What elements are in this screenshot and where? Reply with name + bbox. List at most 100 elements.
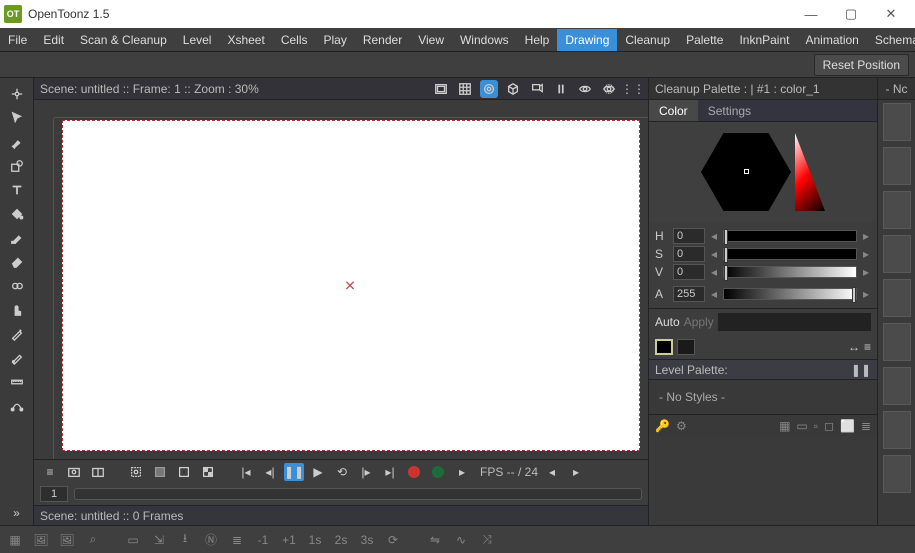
swatch-dropdown[interactable]: - Nc xyxy=(878,78,915,100)
tape-tool-icon[interactable] xyxy=(5,275,29,297)
define-subcamera-icon[interactable] xyxy=(126,463,146,481)
room-schematic[interactable]: Schemat xyxy=(867,29,915,51)
style-name-field[interactable] xyxy=(718,313,871,331)
box-icon[interactable]: ▭ xyxy=(124,533,142,547)
minimize-button[interactable]: — xyxy=(791,0,831,28)
v-input[interactable] xyxy=(673,264,705,280)
bg-white-icon[interactable] xyxy=(150,463,170,481)
reset-position-button[interactable]: Reset Position xyxy=(814,54,909,76)
room-palette[interactable]: Palette xyxy=(678,29,731,51)
a-dec-icon[interactable]: ◂ xyxy=(709,287,719,301)
swatch-cell[interactable] xyxy=(883,323,911,361)
swatch-cell[interactable] xyxy=(883,455,911,493)
step-3s-icon[interactable]: 3s xyxy=(358,533,376,547)
close-button[interactable]: ✕ xyxy=(871,0,911,28)
camera-stand-icon[interactable] xyxy=(528,80,546,98)
palette-view-list-icon[interactable]: ≣ xyxy=(861,419,871,433)
open-icon[interactable]: ⭳ xyxy=(176,529,194,550)
field-guide-icon[interactable] xyxy=(456,80,474,98)
swatch-menu-icon[interactable]: ≡ xyxy=(864,340,871,354)
menu-windows[interactable]: Windows xyxy=(452,29,517,51)
sv-triangle[interactable] xyxy=(795,133,825,211)
s-slider[interactable] xyxy=(723,248,857,260)
menu-play[interactable]: Play xyxy=(315,29,354,51)
a-input[interactable] xyxy=(673,286,705,302)
reverse-icon[interactable]: ⇋ xyxy=(426,533,444,547)
link-toggle-icon[interactable]: ↔ xyxy=(848,340,860,354)
scan-icon[interactable]: ⌕ xyxy=(84,532,102,547)
fps-dec-icon[interactable]: ◂ xyxy=(542,463,562,481)
histogram-icon[interactable]: ▸ xyxy=(452,463,472,481)
palette-cfg-icon[interactable]: ⚙ xyxy=(676,419,687,433)
edit-tool-icon[interactable] xyxy=(5,83,29,105)
h-input[interactable] xyxy=(673,228,705,244)
palette-view-small-icon[interactable]: ▫ xyxy=(814,419,818,433)
menu-xsheet[interactable]: Xsheet xyxy=(219,29,272,51)
next-frame-icon[interactable]: |▸ xyxy=(356,463,376,481)
swatch-cell[interactable] xyxy=(883,235,911,273)
first-frame-icon[interactable]: |◂ xyxy=(236,463,256,481)
step-2s-icon[interactable]: 2s xyxy=(332,533,350,547)
drawing-canvas[interactable]: ✕ xyxy=(62,120,640,451)
a-slider[interactable] xyxy=(723,288,857,300)
image-icon[interactable]: 🖼 xyxy=(32,533,50,547)
prev-frame-icon[interactable]: ◂| xyxy=(260,463,280,481)
previous-color-swatch[interactable] xyxy=(677,339,695,355)
brush-tool-icon[interactable] xyxy=(5,131,29,153)
tab-settings[interactable]: Settings xyxy=(698,100,761,121)
loop-icon[interactable]: ⟲ xyxy=(332,463,352,481)
menu-view[interactable]: View xyxy=(410,29,452,51)
3d-view-icon[interactable] xyxy=(504,80,522,98)
current-color-swatch[interactable] xyxy=(655,339,673,355)
h-slider[interactable] xyxy=(723,230,857,242)
viewer-menu-handle-icon[interactable]: ⋮⋮ xyxy=(624,80,642,98)
new-page-icon[interactable]: ▭ xyxy=(796,419,807,433)
s-inc-icon[interactable]: ▸ xyxy=(861,247,871,261)
step-plus-icon[interactable]: +1 xyxy=(280,533,298,547)
refresh-icon[interactable]: ⟳ xyxy=(384,533,402,547)
last-frame-icon[interactable]: ▸| xyxy=(380,463,400,481)
preview-icon[interactable] xyxy=(576,80,594,98)
s-input[interactable] xyxy=(673,246,705,262)
random-icon[interactable]: ⤨ xyxy=(478,532,496,547)
v-dec-icon[interactable]: ◂ xyxy=(709,265,719,279)
rgb-picker-tool-icon[interactable] xyxy=(5,347,29,369)
a-inc-icon[interactable]: ▸ xyxy=(861,287,871,301)
compare-snapshot-icon[interactable] xyxy=(88,463,108,481)
menu-edit[interactable]: Edit xyxy=(35,29,72,51)
type-tool-icon[interactable] xyxy=(5,179,29,201)
paint-brush-tool-icon[interactable] xyxy=(5,227,29,249)
camera-view-icon[interactable] xyxy=(480,80,498,98)
h-inc-icon[interactable]: ▸ xyxy=(861,229,871,243)
room-animation[interactable]: Animation xyxy=(797,29,866,51)
room-inknpaint[interactable]: InknPaint xyxy=(731,29,797,51)
color-picker[interactable] xyxy=(649,122,877,222)
snapshot-icon[interactable] xyxy=(64,463,84,481)
geometric-tool-icon[interactable] xyxy=(5,155,29,177)
subcamera-preview-icon[interactable] xyxy=(600,80,618,98)
swatch-cell[interactable] xyxy=(883,147,911,185)
tool-options-expand-icon[interactable]: » xyxy=(5,502,29,524)
maximize-button[interactable]: ▢ xyxy=(831,0,871,28)
record-red-icon[interactable] xyxy=(404,463,424,481)
control-point-tool-icon[interactable] xyxy=(5,395,29,417)
newfile-icon[interactable]: ▦ xyxy=(6,533,24,547)
tab-color[interactable]: Color xyxy=(649,100,698,121)
menu-scan-cleanup[interactable]: Scan & Cleanup xyxy=(72,29,175,51)
collapse-icon[interactable]: ⇲ xyxy=(150,533,168,547)
v-inc-icon[interactable]: ▸ xyxy=(861,265,871,279)
style-picker-tool-icon[interactable] xyxy=(5,323,29,345)
play-icon[interactable]: ▶ xyxy=(308,463,328,481)
menu-level[interactable]: Level xyxy=(175,29,220,51)
palette-view-large-icon[interactable]: ⬜ xyxy=(840,419,855,433)
h-dec-icon[interactable]: ◂ xyxy=(709,229,719,243)
hex-wheel[interactable] xyxy=(701,133,791,211)
fps-inc-icon[interactable]: ▸ xyxy=(566,463,586,481)
room-cleanup[interactable]: Cleanup xyxy=(617,29,678,51)
swatch-cell[interactable] xyxy=(883,103,911,141)
stack-icon[interactable]: ≣ xyxy=(228,533,246,547)
finger-tool-icon[interactable] xyxy=(5,299,29,321)
swing-icon[interactable]: ∿ xyxy=(452,533,470,547)
swatch-cell[interactable] xyxy=(883,279,911,317)
playbar-menu-icon[interactable]: ≡ xyxy=(40,463,60,481)
